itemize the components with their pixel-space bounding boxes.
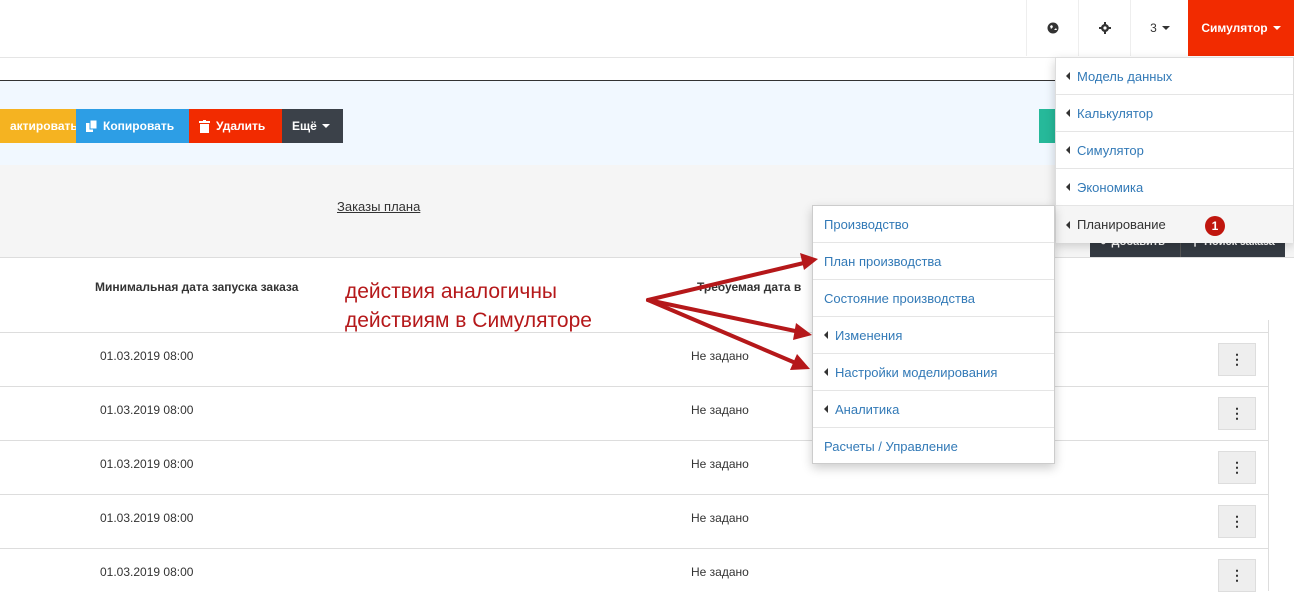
panel-border xyxy=(1268,320,1269,591)
caret-left-icon xyxy=(824,405,828,413)
cell-required-date: Не задано xyxy=(691,565,749,579)
kebab-icon: ⋮ xyxy=(1230,567,1244,583)
copy-button[interactable]: Копировать xyxy=(76,109,189,143)
count-label: 3 xyxy=(1150,21,1157,35)
simulator-label: Симулятор xyxy=(1201,21,1268,35)
globe-icon[interactable] xyxy=(1026,0,1079,56)
edit-button[interactable]: актировать xyxy=(0,109,78,143)
cell-min-date: 01.03.2019 08:00 xyxy=(100,511,194,525)
submenu-item-label: Аналитика xyxy=(835,401,900,417)
more-label: Ещё xyxy=(292,119,317,133)
annotation-arrow xyxy=(646,298,802,334)
menu-item-planning[interactable]: Планирование xyxy=(1056,206,1293,243)
cell-min-date: 01.03.2019 08:00 xyxy=(100,565,194,579)
caret-left-icon xyxy=(1066,72,1070,80)
caret-left-icon xyxy=(1066,146,1070,154)
menu-item-label: Модель данных xyxy=(1077,68,1173,84)
table-row[interactable]: 01.03.2019 08:00 Не задано ⋮ xyxy=(0,386,1268,440)
delete-label: Удалить xyxy=(216,119,266,133)
delete-button[interactable]: Удалить xyxy=(189,109,282,143)
caret-left-icon xyxy=(1066,109,1070,117)
submenu-item-calculations[interactable]: Расчеты / Управление xyxy=(813,428,1054,465)
menu-item-calculator[interactable]: Калькулятор xyxy=(1056,95,1293,132)
annotation-line-1: действия аналогичны xyxy=(345,280,558,303)
table-row[interactable]: 01.03.2019 08:00 Не задано ⋮ xyxy=(0,494,1268,548)
submenu-item-label: Расчеты / Управление xyxy=(824,439,958,454)
trash-icon xyxy=(199,119,210,133)
cell-min-date: 01.03.2019 08:00 xyxy=(100,457,194,471)
column-header-min-start-date[interactable]: Минимальная дата запуска заказа xyxy=(95,280,298,294)
submenu-item-label: План производства xyxy=(824,253,942,269)
menu-item-data-model[interactable]: Модель данных xyxy=(1056,58,1293,95)
submenu-item-production-plan[interactable]: План производства xyxy=(813,243,1054,280)
top-navbar: 3 Симулятор xyxy=(0,0,1294,58)
annotation-text: действия аналогичны действиям в Симулято… xyxy=(345,277,592,335)
column-header-required-date[interactable]: Требуемая дата в xyxy=(697,280,801,294)
submenu-item-production-state[interactable]: Состояние производства xyxy=(813,280,1054,317)
chevron-down-icon xyxy=(321,124,330,128)
kebab-icon: ⋮ xyxy=(1230,351,1244,367)
step-badge: 1 xyxy=(1205,216,1225,236)
kebab-icon: ⋮ xyxy=(1230,459,1244,475)
table-row[interactable]: 01.03.2019 08:00 Не задано ⋮ xyxy=(0,332,1268,386)
menu-item-economics[interactable]: Экономика xyxy=(1056,169,1293,206)
cell-required-date: Не задано xyxy=(691,457,749,471)
menu-item-label: Экономика xyxy=(1077,179,1144,195)
simulator-dropdown-menu: Модель данных Калькулятор Симулятор Экон… xyxy=(1055,57,1294,243)
submenu-item-changes[interactable]: Изменения xyxy=(813,317,1054,354)
gear-icon[interactable] xyxy=(1078,0,1131,56)
row-actions-button[interactable]: ⋮ xyxy=(1218,397,1256,430)
cell-required-date: Не задано xyxy=(691,511,749,525)
caret-left-icon xyxy=(1066,183,1070,191)
submenu-item-production[interactable]: Производство xyxy=(813,206,1054,243)
submenu-item-modeling-settings[interactable]: Настройки моделирования xyxy=(813,354,1054,391)
chevron-down-icon xyxy=(1272,26,1281,30)
row-actions-button[interactable]: ⋮ xyxy=(1218,343,1256,376)
copy-label: Копировать xyxy=(103,119,175,133)
more-dropdown-button[interactable]: Ещё xyxy=(282,109,343,143)
caret-left-icon xyxy=(824,368,828,376)
row-actions-button[interactable]: ⋮ xyxy=(1218,559,1256,592)
caret-left-icon xyxy=(824,331,828,339)
row-actions-button[interactable]: ⋮ xyxy=(1218,451,1256,484)
menu-item-simulator[interactable]: Симулятор xyxy=(1056,132,1293,169)
submenu-item-label: Производство xyxy=(824,216,909,232)
menu-item-label: Калькулятор xyxy=(1077,105,1154,121)
cell-required-date: Не задано xyxy=(691,349,749,363)
chevron-down-icon xyxy=(1161,26,1170,30)
kebab-icon: ⋮ xyxy=(1230,513,1244,529)
cell-min-date: 01.03.2019 08:00 xyxy=(100,349,194,363)
submenu-item-label: Изменения xyxy=(835,327,903,343)
menu-item-label: Планирование xyxy=(1077,217,1166,232)
edit-label: актировать xyxy=(10,119,78,133)
table-row[interactable]: 01.03.2019 08:00 Не задано ⋮ xyxy=(0,548,1268,602)
copy-icon xyxy=(86,120,98,132)
submenu-item-analytics[interactable]: Аналитика xyxy=(813,391,1054,428)
cell-min-date: 01.03.2019 08:00 xyxy=(100,403,194,417)
menu-item-label: Симулятор xyxy=(1077,142,1144,158)
annotation-line-2: действиям в Симуляторе xyxy=(345,309,592,332)
caret-left-icon xyxy=(1066,220,1070,229)
submenu-item-label: Состояние производства xyxy=(824,290,975,306)
count-dropdown[interactable]: 3 xyxy=(1130,0,1189,56)
submenu-item-label: Настройки моделирования xyxy=(835,364,998,380)
table-row[interactable]: 01.03.2019 08:00 Не задано ⋮ xyxy=(0,440,1268,494)
row-actions-button[interactable]: ⋮ xyxy=(1218,505,1256,538)
planning-submenu: Производство План производства Состояние… xyxy=(812,205,1055,464)
simulator-menu-button[interactable]: Симулятор xyxy=(1188,0,1294,56)
plan-orders-link[interactable]: Заказы плана xyxy=(337,199,420,214)
cell-required-date: Не задано xyxy=(691,403,749,417)
kebab-icon: ⋮ xyxy=(1230,405,1244,421)
